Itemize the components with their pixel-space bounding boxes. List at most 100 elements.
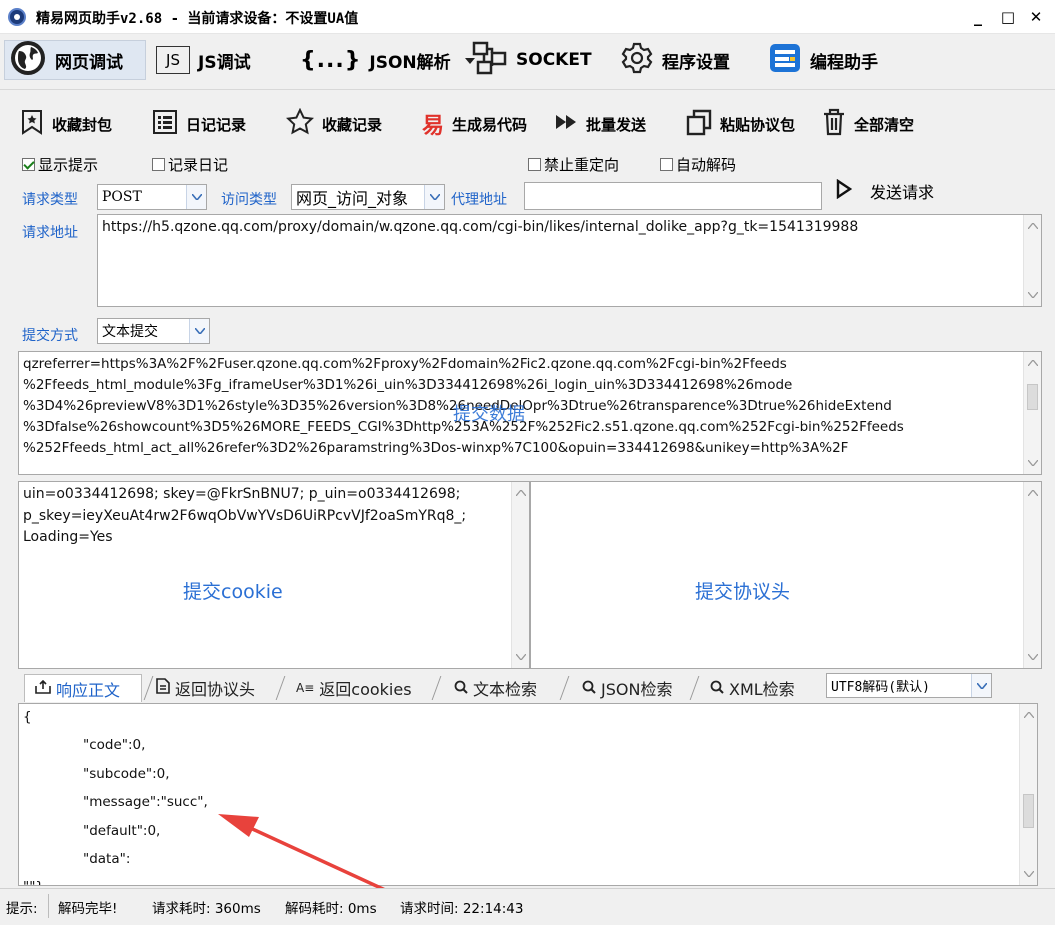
tab-json-search[interactable]: JSON检索 bbox=[582, 674, 672, 702]
response-line: "code":0, bbox=[83, 737, 146, 753]
post-data-textarea[interactable]: qzreferrer=https%3A%2F%2Fuser.qzone.qq.c… bbox=[18, 351, 1042, 475]
response-icon bbox=[35, 679, 51, 698]
chevron-down-icon[interactable] bbox=[424, 185, 444, 209]
generate-code-button[interactable]: 易 生成易代码 bbox=[422, 104, 527, 144]
response-line: "data": bbox=[83, 851, 131, 867]
tab-js-debug-label: JS调试 bbox=[198, 52, 251, 73]
saved-records-label: 收藏记录 bbox=[322, 115, 383, 134]
show-tips-checkbox[interactable]: 显示提示 bbox=[22, 153, 98, 175]
tab-socket[interactable]: SOCKET bbox=[472, 40, 592, 80]
scrollbar[interactable] bbox=[1023, 215, 1041, 306]
access-type-select[interactable]: 网页_访问_对象 bbox=[291, 184, 445, 210]
chevron-down-icon[interactable] bbox=[512, 648, 529, 666]
gear-icon bbox=[620, 41, 654, 80]
cookie-hint: 提交cookie bbox=[183, 581, 283, 603]
chevron-up-icon[interactable] bbox=[1020, 706, 1037, 724]
minimize-button[interactable]: _ bbox=[966, 6, 990, 28]
clear-all-button[interactable]: 全部清空 bbox=[822, 104, 914, 144]
js-icon: JS bbox=[156, 46, 190, 74]
proxy-label: 代理地址 bbox=[451, 192, 507, 208]
bookmark-icon bbox=[20, 109, 44, 139]
request-type-value: POST bbox=[102, 189, 142, 205]
paste-packet-button[interactable]: 粘贴协议包 bbox=[686, 104, 795, 144]
scrollbar[interactable] bbox=[1023, 482, 1041, 668]
app-window: 精易网页助手v2.68 - 当前请求设备：不设置UA值 _ □ ✕ 网页调试 J… bbox=[0, 0, 1055, 925]
no-redirect-checkbox[interactable]: 禁止重定向 bbox=[528, 153, 619, 175]
tab-js-debug[interactable]: JS JS调试 bbox=[156, 40, 251, 80]
url-label: 请求地址 bbox=[22, 225, 78, 241]
chevron-down-icon[interactable] bbox=[971, 674, 991, 697]
tab-response-headers[interactable]: 返回协议头 bbox=[156, 674, 255, 702]
list-icon bbox=[152, 109, 178, 139]
chevron-up-icon[interactable] bbox=[1024, 484, 1041, 502]
tab-settings[interactable]: 程序设置 bbox=[620, 40, 730, 80]
auto-decode-checkbox[interactable]: 自动解码 bbox=[660, 153, 736, 175]
scrollbar-thumb[interactable] bbox=[1023, 794, 1034, 828]
chevron-down-icon[interactable] bbox=[1020, 865, 1037, 883]
paste-icon bbox=[686, 108, 712, 140]
send-request-button[interactable]: 发送请求 bbox=[836, 178, 934, 204]
close-button[interactable]: ✕ bbox=[1024, 6, 1048, 28]
batch-send-button[interactable]: 批量发送 bbox=[556, 104, 646, 144]
chevron-up-icon[interactable] bbox=[1024, 217, 1041, 235]
response-line: { bbox=[23, 709, 32, 725]
tab-response-cookies[interactable]: A≡ 返回cookies bbox=[296, 674, 412, 702]
scrollbar[interactable] bbox=[1023, 352, 1041, 474]
chevron-down-icon[interactable] bbox=[189, 319, 209, 343]
cookie-textarea[interactable]: uin=o0334412698; skey=@FkrSnBNU7; p_uin=… bbox=[18, 481, 530, 669]
tab-response-cookies-label: 返回cookies bbox=[319, 680, 412, 699]
proxy-input[interactable] bbox=[524, 182, 822, 210]
search-icon bbox=[454, 679, 468, 698]
tab-web-debug-label: 网页调试 bbox=[55, 52, 123, 73]
log-diary-checkbox[interactable]: 记录日记 bbox=[152, 153, 228, 175]
decode-value: UTF8解码(默认) bbox=[831, 680, 930, 695]
scrollbar[interactable] bbox=[511, 482, 529, 668]
status-divider bbox=[48, 894, 49, 918]
headers-textarea[interactable]: 提交协议头 bbox=[530, 481, 1042, 669]
star-icon bbox=[285, 107, 315, 140]
chevron-up-icon[interactable] bbox=[512, 484, 529, 502]
tab-response-body[interactable]: 响应正文 bbox=[24, 674, 142, 702]
chevron-down-icon[interactable] bbox=[186, 185, 206, 209]
tab-response-body-label: 响应正文 bbox=[56, 680, 121, 700]
chevron-down-icon[interactable] bbox=[1024, 454, 1041, 472]
checkbox-unchecked bbox=[152, 157, 165, 171]
submit-mode-label: 提交方式 bbox=[22, 328, 78, 344]
saved-records-button[interactable]: 收藏记录 bbox=[285, 104, 383, 144]
chevron-down-icon[interactable] bbox=[1024, 286, 1041, 304]
status-bar: 提示: 解码完毕! 请求耗时: 360ms 解码耗时: 0ms 请求时间: 22… bbox=[0, 888, 1055, 925]
chevron-down-icon[interactable] bbox=[1024, 648, 1041, 666]
status-request-at: 请求时间: 22:14:43 bbox=[400, 901, 524, 917]
checkbox-checked bbox=[22, 157, 35, 171]
tab-json-search-label: JSON检索 bbox=[601, 680, 673, 699]
play-icon bbox=[836, 178, 853, 203]
paste-packet-label: 粘贴协议包 bbox=[720, 115, 796, 134]
tab-xml-search[interactable]: XML检索 bbox=[710, 674, 795, 702]
tab-web-debug[interactable]: 网页调试 bbox=[4, 40, 146, 80]
decode-select[interactable]: UTF8解码(默认) bbox=[826, 673, 992, 698]
submit-mode-select[interactable]: 文本提交 bbox=[97, 318, 210, 344]
tab-code-assistant[interactable]: 编程助手 bbox=[768, 40, 878, 80]
tab-socket-label: SOCKET bbox=[516, 50, 592, 70]
tab-text-search[interactable]: 文本检索 bbox=[454, 674, 537, 702]
code-assistant-icon bbox=[768, 41, 802, 80]
url-textarea[interactable]: https://h5.qzone.qq.com/proxy/domain/w.q… bbox=[97, 214, 1042, 307]
scrollbar[interactable] bbox=[1019, 704, 1037, 885]
cookie-text-icon: A≡ bbox=[296, 681, 315, 695]
log-diary-label: 记录日记 bbox=[168, 155, 229, 174]
response-body-textarea[interactable]: { "code":0, "subcode":0, "message":"succ… bbox=[18, 703, 1038, 886]
scrollbar-thumb[interactable] bbox=[1027, 384, 1038, 410]
tab-json-parse-label: JSON解析 bbox=[369, 52, 451, 73]
diary-log-label: 日记记录 bbox=[186, 115, 247, 134]
cookie-line: Loading=Yes bbox=[23, 529, 113, 545]
maximize-button[interactable]: □ bbox=[996, 6, 1020, 28]
checkbox-unchecked bbox=[528, 157, 541, 171]
response-line: "message":"succ", bbox=[83, 794, 208, 810]
diary-log-button[interactable]: 日记记录 bbox=[152, 104, 246, 144]
title-bar: 精易网页助手v2.68 - 当前请求设备：不设置UA值 _ □ ✕ bbox=[0, 0, 1055, 34]
sub-toolbar: 收藏封包 日记记录 收藏记录 易 生成易代码 批量发送 粘贴协议包 全部清空 bbox=[0, 104, 1055, 144]
save-packet-button[interactable]: 收藏封包 bbox=[20, 104, 112, 144]
tab-json-parse[interactable]: {...} JSON解析 bbox=[300, 40, 475, 80]
chevron-up-icon[interactable] bbox=[1024, 354, 1041, 372]
request-type-select[interactable]: POST bbox=[97, 184, 207, 210]
